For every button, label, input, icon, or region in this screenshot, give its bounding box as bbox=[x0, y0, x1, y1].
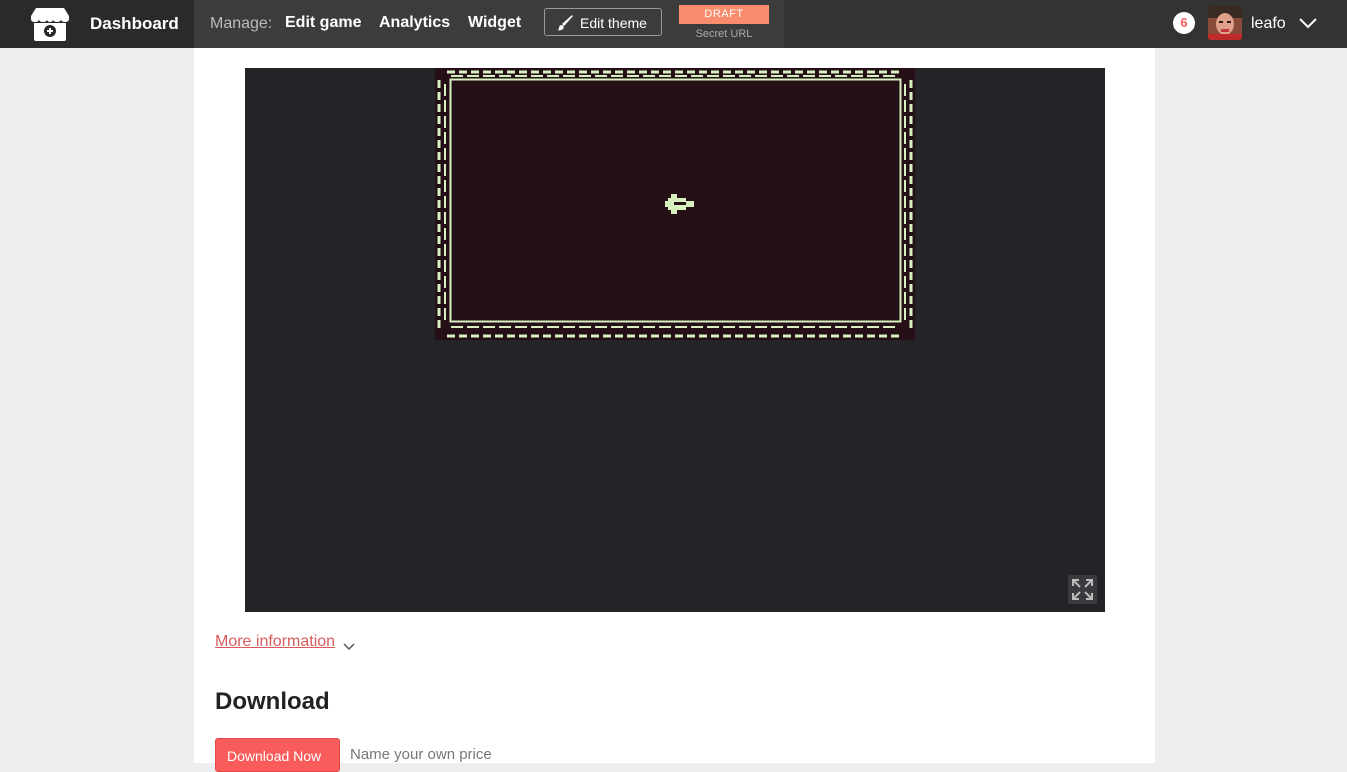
download-heading: Download bbox=[215, 688, 330, 715]
analytics-link[interactable]: Analytics bbox=[379, 14, 450, 32]
download-now-label: Download Now bbox=[227, 748, 322, 764]
chevron-down-icon[interactable] bbox=[1299, 16, 1317, 34]
edit-game-link[interactable]: Edit game bbox=[285, 14, 361, 32]
dashboard-link[interactable]: Dashboard bbox=[90, 14, 179, 34]
fullscreen-icon bbox=[1072, 579, 1093, 600]
secret-url-link[interactable]: Secret URL bbox=[679, 28, 769, 40]
more-information-link[interactable]: More information bbox=[215, 633, 335, 651]
edit-theme-button[interactable]: Edit theme bbox=[544, 8, 662, 36]
edit-theme-label: Edit theme bbox=[580, 15, 647, 31]
widget-link[interactable]: Widget bbox=[468, 14, 521, 32]
notification-count-badge[interactable]: 6 bbox=[1173, 12, 1195, 34]
game-canvas[interactable] bbox=[435, 68, 915, 340]
username-label[interactable]: leafo bbox=[1251, 15, 1286, 33]
manage-label: Manage: bbox=[210, 15, 273, 32]
top-nav-bar: Dashboard Manage: Edit game Analytics Wi… bbox=[0, 0, 1347, 48]
itchio-logo-icon[interactable] bbox=[30, 6, 70, 42]
brush-icon bbox=[557, 15, 573, 31]
draft-badge: DRAFT bbox=[679, 5, 769, 24]
chevron-down-icon[interactable] bbox=[342, 638, 356, 656]
price-note: Name your own price bbox=[350, 746, 492, 763]
download-now-button[interactable]: Download Now bbox=[215, 738, 340, 772]
fullscreen-button[interactable] bbox=[1068, 575, 1097, 604]
avatar[interactable] bbox=[1208, 6, 1242, 40]
